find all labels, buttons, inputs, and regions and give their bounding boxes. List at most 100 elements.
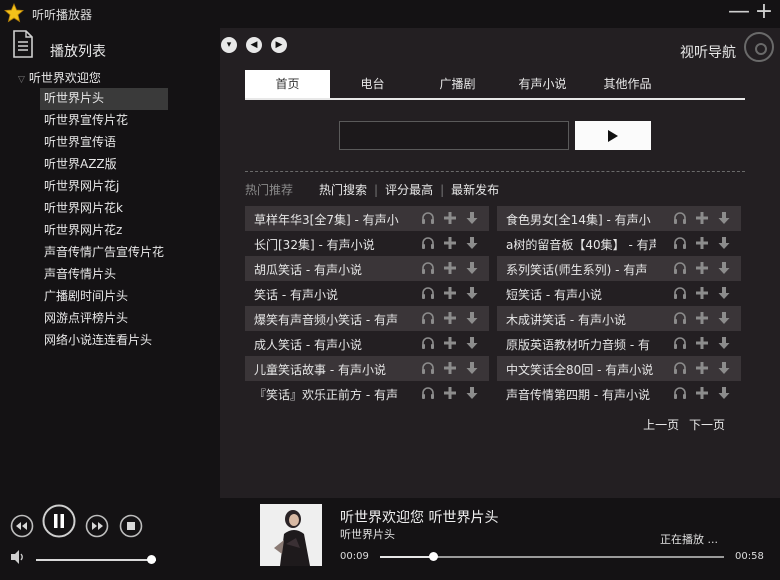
playlist-item[interactable]: 听世界网片花j bbox=[40, 176, 168, 198]
result-title[interactable]: 系列笑话(师生系列) - 有声 bbox=[506, 261, 656, 278]
playlist-root[interactable]: ▽ 听世界欢迎您 bbox=[18, 69, 101, 86]
add-icon[interactable] bbox=[443, 261, 457, 275]
add-icon[interactable] bbox=[443, 311, 457, 325]
result-title[interactable]: 笑话 - 有声小说 bbox=[254, 286, 404, 303]
result-item[interactable]: 长门[32集] - 有声小说 bbox=[245, 231, 489, 256]
result-item[interactable]: 胡瓜笑话 - 有声小说 bbox=[245, 256, 489, 281]
result-title[interactable]: 爆笑有声音频小笑话 - 有声 bbox=[254, 311, 404, 328]
download-icon[interactable] bbox=[717, 286, 731, 300]
add-icon[interactable] bbox=[443, 336, 457, 350]
forward-button[interactable]: ▶ bbox=[271, 37, 287, 53]
result-item[interactable]: 原版英语教材听力音频 - 有 bbox=[497, 331, 741, 356]
playlist-item[interactable]: 听世界宣传片花 bbox=[40, 110, 168, 132]
result-title[interactable]: 食色男女[全14集] - 有声小 bbox=[506, 211, 656, 228]
headphones-icon[interactable] bbox=[673, 236, 687, 250]
minimize-button[interactable]: — bbox=[728, 1, 750, 24]
download-icon[interactable] bbox=[465, 386, 479, 400]
collapse-caret-icon[interactable]: ▽ bbox=[18, 75, 25, 85]
download-icon[interactable] bbox=[717, 311, 731, 325]
headphones-icon[interactable] bbox=[421, 336, 435, 350]
headphones-icon[interactable] bbox=[421, 261, 435, 275]
result-item[interactable]: 成人笑话 - 有声小说 bbox=[245, 331, 489, 356]
headphones-icon[interactable] bbox=[673, 286, 687, 300]
result-item[interactable]: 短笑话 - 有声小说 bbox=[497, 281, 741, 306]
result-title[interactable]: 中文笑话全80回 - 有声小说 bbox=[506, 361, 656, 378]
prev-page-link[interactable]: 上一页 bbox=[643, 418, 679, 432]
playlist-item[interactable]: 网络小说连连看片头 bbox=[40, 330, 168, 352]
add-icon[interactable] bbox=[695, 336, 709, 350]
headphones-icon[interactable] bbox=[673, 261, 687, 275]
next-page-link[interactable]: 下一页 bbox=[689, 418, 725, 432]
download-icon[interactable] bbox=[717, 261, 731, 275]
add-icon[interactable] bbox=[443, 361, 457, 375]
download-icon[interactable] bbox=[717, 336, 731, 350]
download-icon[interactable] bbox=[465, 236, 479, 250]
add-icon[interactable] bbox=[443, 211, 457, 225]
headphones-icon[interactable] bbox=[421, 386, 435, 400]
headphones-icon[interactable] bbox=[421, 361, 435, 375]
result-title[interactable]: 短笑话 - 有声小说 bbox=[506, 286, 656, 303]
search-play-button[interactable] bbox=[575, 121, 651, 150]
result-item[interactable]: a树的留音板【40集】 - 有声 bbox=[497, 231, 741, 256]
result-title[interactable]: 木成讲笑话 - 有声小说 bbox=[506, 311, 656, 328]
playlist-item[interactable]: 广播剧时间片头 bbox=[40, 286, 168, 308]
download-icon[interactable] bbox=[717, 211, 731, 225]
playlist-item[interactable]: 听世界片头 bbox=[40, 88, 169, 110]
add-icon[interactable] bbox=[695, 261, 709, 275]
progress-bar[interactable] bbox=[380, 552, 724, 561]
playlist-item[interactable]: 声音传情广告宣传片花 bbox=[40, 242, 168, 264]
disc-icon[interactable] bbox=[744, 32, 774, 62]
playlist-item[interactable]: 听世界AZZ版 bbox=[40, 154, 168, 176]
add-icon[interactable] bbox=[695, 211, 709, 225]
guide-label[interactable]: 视听导航 bbox=[680, 42, 736, 62]
result-title[interactable]: 『笑话』欢乐正前方 - 有声 bbox=[254, 386, 404, 403]
result-item[interactable]: 木成讲笑话 - 有声小说 bbox=[497, 306, 741, 331]
tab-4[interactable]: 其他作品 bbox=[585, 70, 670, 98]
result-title[interactable]: 成人笑话 - 有声小说 bbox=[254, 336, 404, 353]
result-title[interactable]: 长门[32集] - 有声小说 bbox=[254, 236, 404, 253]
download-icon[interactable] bbox=[465, 361, 479, 375]
filter-top-rated[interactable]: 评分最高 bbox=[385, 181, 433, 198]
download-icon[interactable] bbox=[717, 361, 731, 375]
tab-0[interactable]: 首页 bbox=[245, 70, 330, 98]
playlist-item[interactable]: 网游点评榜片头 bbox=[40, 308, 168, 330]
add-icon[interactable] bbox=[695, 286, 709, 300]
playlist-item[interactable]: 听世界宣传语 bbox=[40, 132, 168, 154]
result-title[interactable]: 儿童笑话故事 - 有声小说 bbox=[254, 361, 404, 378]
filter-latest[interactable]: 最新发布 bbox=[451, 181, 499, 198]
download-icon[interactable] bbox=[717, 386, 731, 400]
result-title[interactable]: 原版英语教材听力音频 - 有 bbox=[506, 336, 656, 353]
playlist-item[interactable]: 声音传情片头 bbox=[40, 264, 168, 286]
result-item[interactable]: 食色男女[全14集] - 有声小 bbox=[497, 206, 741, 231]
stop-button[interactable] bbox=[119, 514, 143, 538]
tab-1[interactable]: 电台 bbox=[330, 70, 415, 98]
result-item[interactable]: 草样年华3[全7集] - 有声小 bbox=[245, 206, 489, 231]
headphones-icon[interactable] bbox=[421, 286, 435, 300]
volume-icon[interactable] bbox=[10, 549, 26, 565]
result-title[interactable]: a树的留音板【40集】 - 有声 bbox=[506, 236, 656, 253]
result-item[interactable]: 爆笑有声音频小笑话 - 有声 bbox=[245, 306, 489, 331]
download-icon[interactable] bbox=[465, 261, 479, 275]
search-input[interactable] bbox=[339, 121, 569, 150]
download-icon[interactable] bbox=[465, 311, 479, 325]
playlist-icon[interactable] bbox=[12, 30, 34, 58]
download-icon[interactable] bbox=[465, 211, 479, 225]
result-item[interactable]: 系列笑话(师生系列) - 有声 bbox=[497, 256, 741, 281]
playlist-item[interactable]: 听世界网片花k bbox=[40, 198, 168, 220]
download-icon[interactable] bbox=[465, 336, 479, 350]
dropdown-button[interactable]: ▾ bbox=[221, 37, 237, 53]
volume-knob[interactable] bbox=[147, 555, 156, 564]
maximize-button[interactable]: + bbox=[753, 1, 775, 24]
fast-forward-button[interactable] bbox=[85, 514, 109, 538]
tab-3[interactable]: 有声小说 bbox=[500, 70, 585, 98]
headphones-icon[interactable] bbox=[421, 211, 435, 225]
add-icon[interactable] bbox=[443, 286, 457, 300]
playlist-item[interactable]: 听世界网片花z bbox=[40, 220, 168, 242]
tab-2[interactable]: 广播剧 bbox=[415, 70, 500, 98]
result-item[interactable]: 笑话 - 有声小说 bbox=[245, 281, 489, 306]
result-title[interactable]: 胡瓜笑话 - 有声小说 bbox=[254, 261, 404, 278]
result-item[interactable]: 『笑话』欢乐正前方 - 有声 bbox=[245, 381, 489, 406]
result-title[interactable]: 草样年华3[全7集] - 有声小 bbox=[254, 211, 404, 228]
result-item[interactable]: 声音传情第四期 - 有声小说 bbox=[497, 381, 741, 406]
add-icon[interactable] bbox=[695, 361, 709, 375]
